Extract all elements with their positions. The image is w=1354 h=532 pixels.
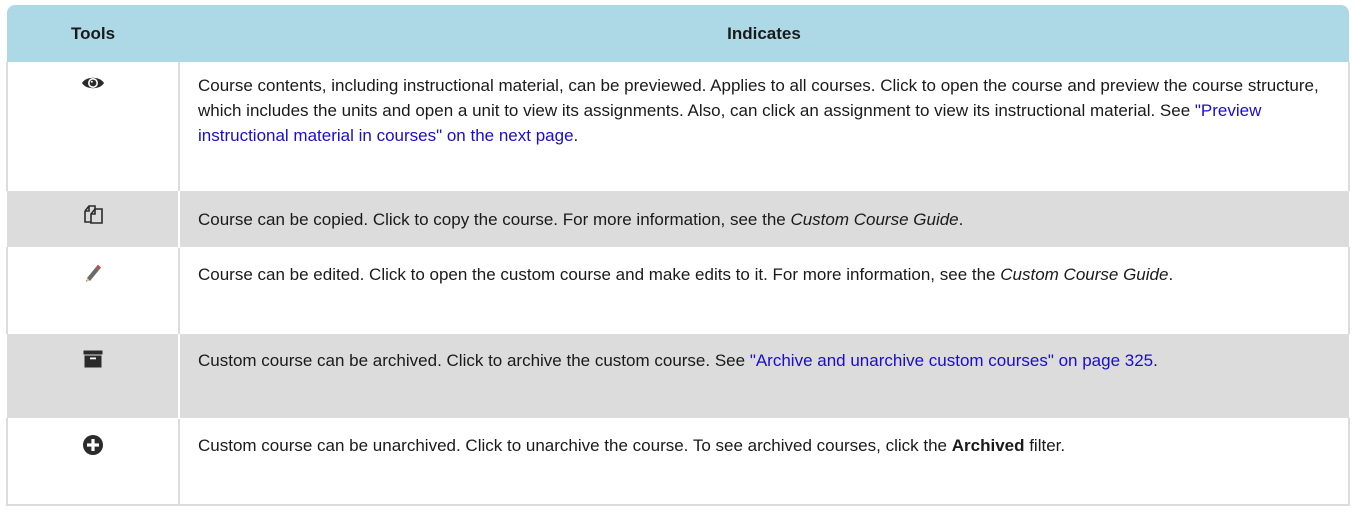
row-text-end: . (1168, 265, 1174, 284)
plus-circle-icon[interactable] (82, 434, 104, 463)
row-text: Course can be edited. Click to open the … (198, 265, 1001, 284)
tool-cell (7, 190, 180, 248)
row-text: Course contents, including instructional… (198, 76, 1319, 120)
tool-cell (6, 418, 180, 506)
row-text-end: filter. (1024, 436, 1066, 455)
row-text-end: . (958, 210, 964, 229)
table-row: Course can be copied. Click to copy the … (7, 190, 1349, 248)
row-text-end: . (1153, 351, 1158, 370)
description-cell: Course can be edited. Click to open the … (179, 247, 1350, 334)
description-cell: Course can be copied. Click to copy the … (179, 190, 1349, 248)
row-text-end: . (573, 126, 579, 145)
guide-reference: Custom Course Guide (1000, 265, 1169, 284)
row-text: Custom course can be unarchived. Click t… (198, 436, 952, 455)
guide-reference: Custom Course Guide (790, 210, 959, 229)
tool-cell (6, 247, 180, 334)
header-tools: Tools (7, 5, 179, 63)
table-row: Course can be edited. Click to open the … (6, 247, 1350, 334)
tool-cell (7, 333, 180, 419)
description-cell: Custom course can be archived. Click to … (179, 333, 1349, 419)
header-indicates: Indicates (179, 5, 1349, 63)
pencil-icon[interactable] (83, 262, 103, 289)
archived-filter-label: Archived (951, 436, 1025, 455)
archive-icon[interactable] (83, 350, 103, 375)
tool-cell (6, 62, 180, 191)
copy-icon[interactable] (82, 203, 104, 232)
table-row: Custom course can be archived. Click to … (7, 333, 1349, 419)
archive-courses-link[interactable]: "Archive and unarchive custom courses" o… (750, 351, 1153, 370)
description-cell: Course contents, including instructional… (179, 62, 1350, 191)
tools-table: Tools Indicates Course contents, includi… (6, 5, 1350, 506)
table-header-row: Tools Indicates (7, 5, 1349, 63)
row-text: Course can be copied. Click to copy the … (198, 210, 791, 229)
table-row: Custom course can be unarchived. Click t… (6, 418, 1350, 506)
eye-icon[interactable] (81, 74, 105, 99)
table-row: Course contents, including instructional… (6, 62, 1350, 191)
row-text: Custom course can be archived. Click to … (198, 351, 750, 370)
description-cell: Custom course can be unarchived. Click t… (179, 418, 1350, 506)
